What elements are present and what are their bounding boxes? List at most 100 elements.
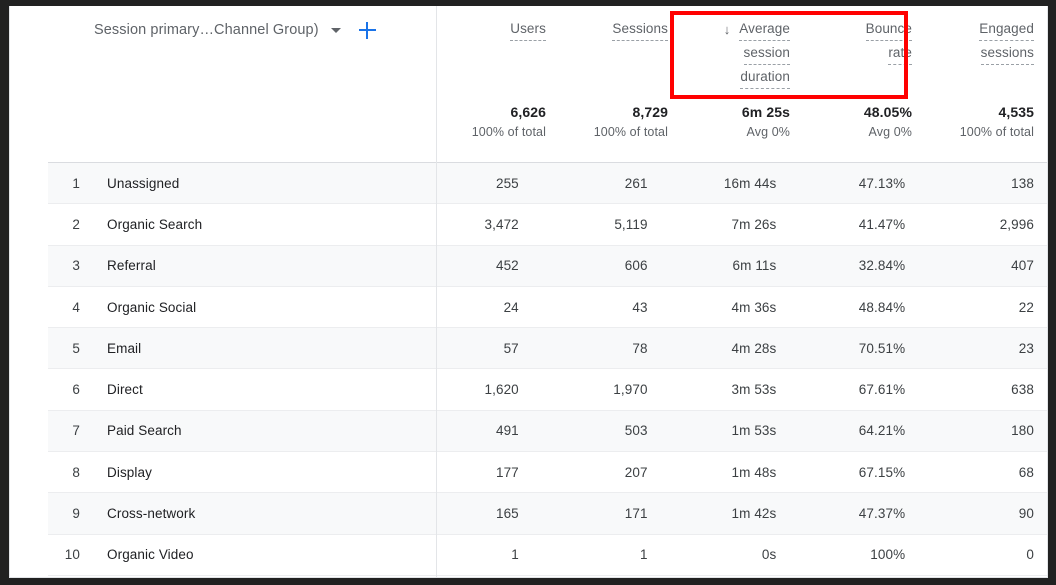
chevron-down-icon[interactable]	[331, 28, 341, 33]
row-index: 7	[48, 423, 80, 438]
summary-cell-sessions: 8,729100% of total	[559, 102, 681, 156]
table-row[interactable]: 7Paid Search4915031m 53s64.21%180	[48, 411, 1047, 452]
table-row[interactable]: 6Direct1,6201,9703m 53s67.61%638	[48, 369, 1047, 410]
row-metric-bounce_rate: 41.47%	[789, 217, 918, 232]
row-metric-bounce_rate: 64.21%	[789, 423, 918, 438]
table-row[interactable]: 9Cross-network1651711m 42s47.37%90	[48, 493, 1047, 534]
row-dimension-label[interactable]: Organic Video	[80, 547, 403, 562]
column-header-word: Average	[739, 17, 790, 41]
row-metric-sessions: 1	[532, 547, 661, 562]
metric-column-headers: Users Sessions ↓ Averagesessionduration Boun…	[437, 6, 1047, 102]
row-metric-bounce_rate: 100%	[789, 547, 918, 562]
sort-descending-arrow-icon[interactable]: ↓	[724, 18, 731, 41]
row-metrics: 24434m 36s48.84%22	[403, 287, 1047, 327]
table-row[interactable]: 1Unassigned25526116m 44s47.13%138	[48, 163, 1047, 204]
column-header-label: Sessions	[612, 17, 668, 41]
row-metric-sessions: 503	[532, 423, 661, 438]
row-metric-engaged_sessions: 138	[918, 176, 1047, 191]
row-dimension-label[interactable]: Email	[80, 341, 403, 356]
summary-value: 4,535	[998, 102, 1034, 122]
row-index: 5	[48, 341, 80, 356]
summary-subtext: 100% of total	[960, 122, 1034, 142]
row-metric-avg_session_duration: 7m 26s	[661, 217, 790, 232]
row-metric-sessions: 207	[532, 465, 661, 480]
column-header-first-line: Engaged	[979, 17, 1034, 41]
column-header-label: Engagedsessions	[979, 17, 1034, 65]
column-header-word: duration	[740, 65, 790, 89]
row-index: 10	[48, 547, 80, 562]
table-row[interactable]: 5Email57784m 28s70.51%23	[48, 328, 1047, 369]
row-metrics: 1772071m 48s67.15%68	[403, 452, 1047, 492]
column-header-label: ↓ Averagesessionduration	[724, 17, 790, 89]
row-metrics: 4526066m 11s32.84%407	[403, 246, 1047, 286]
summary-cell-engaged_sessions: 4,535100% of total	[925, 102, 1047, 156]
row-metrics: 3,4725,1197m 26s41.47%2,996	[403, 204, 1047, 244]
dimension-selector[interactable]: Session primary…Channel Group)	[94, 17, 376, 43]
summary-subtext: Avg 0%	[869, 122, 912, 142]
row-metric-bounce_rate: 32.84%	[789, 258, 918, 273]
column-header-first-line: Sessions	[612, 17, 668, 41]
row-metrics: 4915031m 53s64.21%180	[403, 411, 1047, 451]
column-header-sessions[interactable]: Sessions	[559, 6, 681, 102]
table-row[interactable]: 8Display1772071m 48s67.15%68	[48, 452, 1047, 493]
row-metric-bounce_rate: 47.37%	[789, 506, 918, 521]
row-metric-bounce_rate: 67.61%	[789, 382, 918, 397]
row-dimension-label[interactable]: Cross-network	[80, 506, 403, 521]
table-header: Session primary…Channel Group) Users Sess…	[10, 6, 1047, 156]
row-metric-bounce_rate: 47.13%	[789, 176, 918, 191]
row-metric-engaged_sessions: 0	[918, 547, 1047, 562]
table-row[interactable]: 10Organic Video110s100%0	[48, 535, 1047, 576]
column-header-word: Bounce	[866, 17, 912, 41]
screenshot-frame: Session primary…Channel Group) Users Sess…	[0, 0, 1056, 585]
column-header-word: session	[744, 41, 790, 65]
column-header-label: Users	[510, 17, 546, 41]
column-header-users[interactable]: Users	[437, 6, 559, 102]
row-metric-avg_session_duration: 6m 11s	[661, 258, 790, 273]
plus-icon[interactable]	[359, 22, 376, 39]
row-dimension-label[interactable]: Organic Social	[80, 300, 403, 315]
analytics-report-table: Session primary…Channel Group) Users Sess…	[9, 6, 1048, 578]
table-row[interactable]: 3Referral4526066m 11s32.84%407	[48, 246, 1047, 287]
table-row[interactable]: 4Organic Social24434m 36s48.84%22	[48, 287, 1047, 328]
row-metric-users: 452	[403, 258, 532, 273]
row-metric-engaged_sessions: 407	[918, 258, 1047, 273]
row-metric-engaged_sessions: 2,996	[918, 217, 1047, 232]
row-dimension-label[interactable]: Organic Search	[80, 217, 403, 232]
table-row[interactable]: 2Organic Search3,4725,1197m 26s41.47%2,9…	[48, 204, 1047, 245]
row-metric-users: 24	[403, 300, 532, 315]
row-metrics: 1,6201,9703m 53s67.61%638	[403, 369, 1047, 409]
row-metrics: 25526116m 44s47.13%138	[403, 163, 1047, 203]
row-metric-sessions: 606	[532, 258, 661, 273]
row-index: 3	[48, 258, 80, 273]
row-dimension-label[interactable]: Unassigned	[80, 176, 403, 191]
row-metric-avg_session_duration: 3m 53s	[661, 382, 790, 397]
row-metric-sessions: 261	[532, 176, 661, 191]
row-metrics: 57784m 28s70.51%23	[403, 328, 1047, 368]
column-header-word: rate	[888, 41, 912, 65]
column-header-bounce_rate[interactable]: Bouncerate	[803, 6, 925, 102]
column-header-word: sessions	[981, 41, 1034, 65]
row-metrics: 110s100%0	[403, 535, 1047, 575]
row-dimension-label[interactable]: Direct	[80, 382, 403, 397]
column-header-first-line: Bounce	[866, 17, 912, 41]
column-header-label: Bouncerate	[866, 17, 912, 65]
row-metric-sessions: 171	[532, 506, 661, 521]
row-metric-sessions: 78	[532, 341, 661, 356]
row-metric-users: 3,472	[403, 217, 532, 232]
row-index: 1	[48, 176, 80, 191]
row-metric-avg_session_duration: 1m 42s	[661, 506, 790, 521]
row-metric-engaged_sessions: 68	[918, 465, 1047, 480]
column-header-avg_session_duration[interactable]: ↓ Averagesessionduration	[681, 6, 803, 102]
row-metric-avg_session_duration: 4m 28s	[661, 341, 790, 356]
column-header-engaged_sessions[interactable]: Engagedsessions	[925, 6, 1047, 102]
row-dimension-label[interactable]: Referral	[80, 258, 403, 273]
row-dimension-label[interactable]: Paid Search	[80, 423, 403, 438]
row-metric-users: 177	[403, 465, 532, 480]
row-metric-avg_session_duration: 1m 48s	[661, 465, 790, 480]
table-body: 1Unassigned25526116m 44s47.13%1382Organi…	[10, 163, 1047, 577]
row-metric-avg_session_duration: 4m 36s	[661, 300, 790, 315]
row-index: 9	[48, 506, 80, 521]
row-metric-engaged_sessions: 180	[918, 423, 1047, 438]
row-metric-users: 255	[403, 176, 532, 191]
row-dimension-label[interactable]: Display	[80, 465, 403, 480]
